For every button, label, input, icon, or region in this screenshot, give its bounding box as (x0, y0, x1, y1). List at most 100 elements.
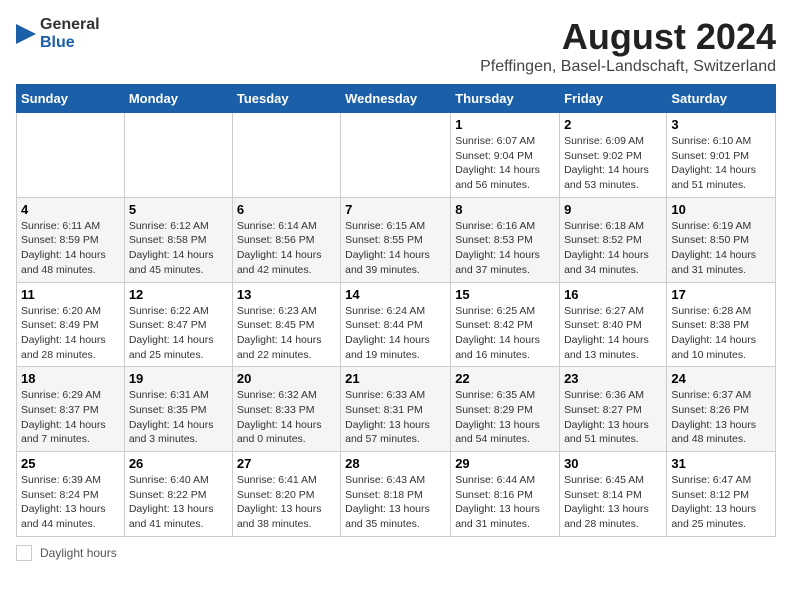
day-number: 26 (129, 456, 228, 471)
day-number: 4 (21, 202, 120, 217)
weekday-header-wednesday: Wednesday (341, 85, 451, 113)
day-number: 9 (564, 202, 662, 217)
day-number: 28 (345, 456, 446, 471)
calendar-cell: 25Sunrise: 6:39 AM Sunset: 8:24 PM Dayli… (17, 452, 125, 537)
day-info: Sunrise: 6:45 AM Sunset: 8:14 PM Dayligh… (564, 473, 662, 532)
day-number: 27 (237, 456, 336, 471)
weekday-header-monday: Monday (124, 85, 232, 113)
calendar-cell: 17 Sunrise: 6:28 AM Sunset: 8:38 PM Dayli… (667, 282, 776, 367)
day-number: 23 (564, 371, 662, 386)
calendar-cell: 13Sunrise: 6:23 AM Sunset: 8:45 PM Dayli… (232, 282, 340, 367)
day-number: 5 (129, 202, 228, 217)
day-number: 17 (671, 287, 771, 302)
logo-blue-text: Blue (40, 34, 100, 52)
calendar-cell: 29 Sunrise: 6:44 AM Sunset: 8:16 PM Dayli… (451, 452, 560, 537)
day-number: 20 (237, 371, 336, 386)
day-number: 10 (671, 202, 771, 217)
day-info: Sunrise: 6:16 AM Sunset: 8:53 PM Dayligh… (455, 219, 555, 278)
calendar-cell (232, 113, 340, 198)
calendar-cell (124, 113, 232, 198)
day-info: Sunrise: 6:47 AM Sunset: 8:12 PM Dayligh… (671, 473, 771, 532)
calendar-cell: 14 Sunrise: 6:24 AM Sunset: 8:44 PM Dayli… (341, 282, 451, 367)
calendar-cell (17, 113, 125, 198)
calendar-cell: 6Sunrise: 6:14 AM Sunset: 8:56 PM Daylig… (232, 197, 340, 282)
weekday-header-thursday: Thursday (451, 85, 560, 113)
calendar-cell: 31 Sunrise: 6:47 AM Sunset: 8:12 PM Dayli… (667, 452, 776, 537)
calendar-week-3: 18Sunrise: 6:29 AM Sunset: 8:37 PM Dayli… (17, 367, 776, 452)
calendar-week-1: 4 Sunrise: 6:11 AM Sunset: 8:59 PM Daylig… (17, 197, 776, 282)
day-info: Sunrise: 6:29 AM Sunset: 8:37 PM Dayligh… (21, 388, 120, 447)
day-number: 25 (21, 456, 120, 471)
day-info: Sunrise: 6:10 AM Sunset: 9:01 PM Dayligh… (671, 134, 771, 193)
calendar-cell: 3 Sunrise: 6:10 AM Sunset: 9:01 PM Daylig… (667, 113, 776, 198)
day-number: 3 (671, 117, 771, 132)
legend-label: Daylight hours (40, 546, 117, 560)
day-number: 24 (671, 371, 771, 386)
day-info: Sunrise: 6:25 AM Sunset: 8:42 PM Dayligh… (455, 304, 555, 363)
day-number: 16 (564, 287, 662, 302)
day-number: 6 (237, 202, 336, 217)
weekday-header-row: SundayMondayTuesdayWednesdayThursdayFrid… (17, 85, 776, 113)
day-info: Sunrise: 6:36 AM Sunset: 8:27 PM Dayligh… (564, 388, 662, 447)
day-info: Sunrise: 6:28 AM Sunset: 8:38 PM Dayligh… (671, 304, 771, 363)
calendar-cell: 19 Sunrise: 6:31 AM Sunset: 8:35 PM Dayli… (124, 367, 232, 452)
day-number: 7 (345, 202, 446, 217)
weekday-header-tuesday: Tuesday (232, 85, 340, 113)
day-info: Sunrise: 6:33 AM Sunset: 8:31 PM Dayligh… (345, 388, 446, 447)
day-number: 8 (455, 202, 555, 217)
day-info: Sunrise: 6:18 AM Sunset: 8:52 PM Dayligh… (564, 219, 662, 278)
calendar-cell: 15 Sunrise: 6:25 AM Sunset: 8:42 PM Dayli… (451, 282, 560, 367)
day-info: Sunrise: 6:27 AM Sunset: 8:40 PM Dayligh… (564, 304, 662, 363)
day-info: Sunrise: 6:44 AM Sunset: 8:16 PM Dayligh… (455, 473, 555, 532)
day-number: 14 (345, 287, 446, 302)
legend: Daylight hours (16, 545, 776, 561)
calendar-cell: 24 Sunrise: 6:37 AM Sunset: 8:26 PM Dayli… (667, 367, 776, 452)
calendar-cell: 5Sunrise: 6:12 AM Sunset: 8:58 PM Daylig… (124, 197, 232, 282)
day-number: 19 (129, 371, 228, 386)
day-number: 12 (129, 287, 228, 302)
day-info: Sunrise: 6:37 AM Sunset: 8:26 PM Dayligh… (671, 388, 771, 447)
day-info: Sunrise: 6:15 AM Sunset: 8:55 PM Dayligh… (345, 219, 446, 278)
day-number: 22 (455, 371, 555, 386)
calendar-cell: 27 Sunrise: 6:41 AM Sunset: 8:20 PM Dayli… (232, 452, 340, 537)
calendar-cell: 12Sunrise: 6:22 AM Sunset: 8:47 PM Dayli… (124, 282, 232, 367)
day-number: 31 (671, 456, 771, 471)
calendar-cell: 1 Sunrise: 6:07 AM Sunset: 9:04 PM Daylig… (451, 113, 560, 198)
day-info: Sunrise: 6:35 AM Sunset: 8:29 PM Dayligh… (455, 388, 555, 447)
day-info: Sunrise: 6:24 AM Sunset: 8:44 PM Dayligh… (345, 304, 446, 363)
calendar-week-0: 1 Sunrise: 6:07 AM Sunset: 9:04 PM Daylig… (17, 113, 776, 198)
day-info: Sunrise: 6:11 AM Sunset: 8:59 PM Dayligh… (21, 219, 120, 278)
day-number: 15 (455, 287, 555, 302)
page-header: General Blue August 2024 Pfeffingen, Bas… (16, 16, 776, 76)
title-section: August 2024 Pfeffingen, Basel-Landschaft… (480, 16, 776, 76)
calendar-cell: 20 Sunrise: 6:32 AM Sunset: 8:33 PM Dayli… (232, 367, 340, 452)
day-info: Sunrise: 6:32 AM Sunset: 8:33 PM Dayligh… (237, 388, 336, 447)
day-number: 29 (455, 456, 555, 471)
calendar-week-4: 25Sunrise: 6:39 AM Sunset: 8:24 PM Dayli… (17, 452, 776, 537)
calendar-cell: 10Sunrise: 6:19 AM Sunset: 8:50 PM Dayli… (667, 197, 776, 282)
logo-general-text: General (40, 16, 100, 34)
legend-box (16, 545, 32, 561)
calendar-cell: 26 Sunrise: 6:40 AM Sunset: 8:22 PM Dayli… (124, 452, 232, 537)
logo-triangle-icon (16, 24, 36, 44)
day-info: Sunrise: 6:41 AM Sunset: 8:20 PM Dayligh… (237, 473, 336, 532)
weekday-header-saturday: Saturday (667, 85, 776, 113)
calendar-cell: 11Sunrise: 6:20 AM Sunset: 8:49 PM Dayli… (17, 282, 125, 367)
calendar-cell: 7 Sunrise: 6:15 AM Sunset: 8:55 PM Daylig… (341, 197, 451, 282)
day-info: Sunrise: 6:31 AM Sunset: 8:35 PM Dayligh… (129, 388, 228, 447)
day-info: Sunrise: 6:43 AM Sunset: 8:18 PM Dayligh… (345, 473, 446, 532)
calendar-cell: 4 Sunrise: 6:11 AM Sunset: 8:59 PM Daylig… (17, 197, 125, 282)
logo: General Blue (16, 16, 100, 51)
day-number: 30 (564, 456, 662, 471)
day-number: 2 (564, 117, 662, 132)
calendar-cell: 30 Sunrise: 6:45 AM Sunset: 8:14 PM Dayli… (560, 452, 667, 537)
calendar-cell: 28 Sunrise: 6:43 AM Sunset: 8:18 PM Dayli… (341, 452, 451, 537)
calendar-cell (341, 113, 451, 198)
day-info: Sunrise: 6:20 AM Sunset: 8:49 PM Dayligh… (21, 304, 120, 363)
month-title: August 2024 (480, 16, 776, 58)
day-info: Sunrise: 6:07 AM Sunset: 9:04 PM Dayligh… (455, 134, 555, 193)
calendar-cell: 21Sunrise: 6:33 AM Sunset: 8:31 PM Dayli… (341, 367, 451, 452)
day-number: 13 (237, 287, 336, 302)
day-number: 1 (455, 117, 555, 132)
day-info: Sunrise: 6:40 AM Sunset: 8:22 PM Dayligh… (129, 473, 228, 532)
